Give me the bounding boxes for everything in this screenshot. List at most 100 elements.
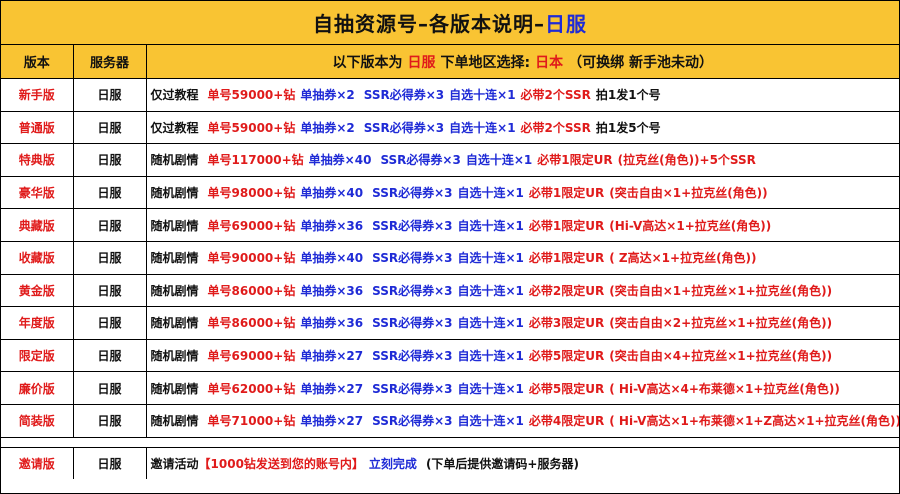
description-cell: 仅过教程 单号59000+钻 单抽券×2 SSR必得券×3 自选十连×1 必带2个SSR 拍… <box>145 110 899 145</box>
ten-pull-text: 自选十连×1 <box>457 316 524 331</box>
extra-text: (突击自由×4+拉克丝×1+拉克丝(角色)) <box>609 349 833 364</box>
description-cell: 随机剧情 单号71000+钻 单抽券×27 SSR必得券×3 自选十连×1 必带4限定UR… <box>145 403 899 438</box>
table-row: 收藏版 日服 随机剧情 单号90000+钻 单抽券×40 SSR必得券×3 自选十连×1 必带… <box>1 240 899 275</box>
story-text: 随机剧情 <box>150 186 199 201</box>
ssr-ticket-text: SSR必得券×3 <box>372 316 453 331</box>
ten-pull-text: 自选十连×1 <box>457 218 524 233</box>
extra-text: 拍1发1个号 <box>595 88 661 103</box>
table-row: 豪华版 日服 随机剧情 单号98000+钻 单抽券×40 SSR必得券×3 自选十连×1 必带… <box>1 175 899 210</box>
guarantee-text: 必带4限定UR <box>528 414 605 429</box>
ssr-ticket-text: SSR必得券×3 <box>372 283 453 298</box>
table-spacer-row <box>1 436 899 448</box>
diamonds-text: 单号86000+钻 <box>207 316 296 331</box>
diamonds-text: 单号69000+钻 <box>207 349 296 364</box>
extra-text: ( Z高达×1+拉克丝(角色)) <box>609 251 757 266</box>
header-region: 日本 <box>535 54 564 71</box>
story-text: 随机剧情 <box>150 381 199 396</box>
guarantee-text: 必带2个SSR <box>520 120 591 135</box>
story-text: 随机剧情 <box>150 283 199 298</box>
description-cell: 随机剧情 单号86000+钻 单抽券×36 SSR必得券×3 自选十连×1 必带3限定UR… <box>145 306 899 340</box>
title-main: 自抽资源号–各版本说明– <box>313 12 545 36</box>
table-row: 典藏版 日服 随机剧情 单号69000+钻 单抽券×36 SSR必得券×3 自选十连×1 必带… <box>1 208 899 242</box>
ssr-ticket-text: SSR必得券×3 <box>363 88 445 103</box>
server-cell: 日服 <box>72 446 147 479</box>
single-draw-text: 单抽券×2 <box>300 88 355 103</box>
extra-text: (突击自由×1+拉克丝(角色)) <box>609 186 768 201</box>
version-cell: 典藏版 <box>1 208 74 242</box>
version-cell: 限定版 <box>1 338 74 373</box>
table-row: 新手版 日服 仅过教程 单号59000+钻 单抽券×2 SSR必得券×3 自选十连×1 必带2… <box>1 78 899 112</box>
page-title: 自抽资源号–各版本说明– 日服 <box>1 1 899 45</box>
version-cell: 收藏版 <box>1 240 74 275</box>
invite-label: 邀请活动 <box>150 456 199 471</box>
single-draw-text: 单抽券×27 <box>300 349 364 364</box>
version-cell: 普通版 <box>1 110 74 145</box>
title-server: 日服 <box>545 12 587 36</box>
table-row: 廉价版 日服 随机剧情 单号62000+钻 单抽券×27 SSR必得券×3 自选十连×1 必带… <box>1 371 899 405</box>
ten-pull-text: 自选十连×1 <box>449 88 516 103</box>
ten-pull-text: 自选十连×1 <box>457 349 524 364</box>
ssr-ticket-text: SSR必得券×3 <box>372 381 453 396</box>
ssr-ticket-text: SSR必得券×3 <box>372 186 453 201</box>
extra-text: (突击自由×1+拉克丝×1+拉克丝(角色)) <box>609 283 833 298</box>
diamonds-text: 单号62000+钻 <box>207 381 296 396</box>
extra-text: (Hi-V高达×1+拉克丝(角色)) <box>609 218 772 233</box>
diamonds-text: 单号117000+钻 <box>207 153 304 168</box>
story-text: 随机剧情 <box>150 414 199 429</box>
extra-text: 拍1发5个号 <box>595 120 661 135</box>
description-cell: 随机剧情 单号117000+钻 单抽券×40 SSR必得券×3 自选十连×1 必带1限定U… <box>145 143 899 177</box>
ten-pull-text: 自选十连×1 <box>449 120 516 135</box>
column-header-description: 以下版本为 日服 下单地区选择: 日本 （可换绑 新手池未动） <box>145 45 899 79</box>
story-text: 随机剧情 <box>150 218 199 233</box>
single-draw-text: 单抽券×36 <box>300 218 364 233</box>
invite-note: (下单后提供邀请码+服务器) <box>425 456 579 471</box>
server-cell: 日服 <box>72 403 147 438</box>
single-draw-text: 单抽券×2 <box>300 120 355 135</box>
story-text: 仅过教程 <box>150 88 199 103</box>
table-row: 特典版 日服 随机剧情 单号117000+钻 单抽券×40 SSR必得券×3 自选十连×1 必… <box>1 143 899 177</box>
server-cell: 日服 <box>72 208 147 242</box>
version-cell: 简装版 <box>1 403 74 438</box>
guarantee-text: 必带5限定UR <box>528 349 605 364</box>
header-server: 日服 <box>407 54 436 71</box>
diamonds-text: 单号71000+钻 <box>207 414 296 429</box>
table-row: 黄金版 日服 随机剧情 单号86000+钻 单抽券×36 SSR必得券×3 自选十连×1 必带… <box>1 273 899 308</box>
table-row: 普通版 日服 仅过教程 单号59000+钻 单抽券×2 SSR必得券×3 自选十连×1 必带2… <box>1 110 899 145</box>
table-row: 年度版 日服 随机剧情 单号86000+钻 单抽券×36 SSR必得券×3 自选十连×1 必带… <box>1 306 899 340</box>
server-cell: 日服 <box>72 273 147 308</box>
description-cell: 邀请活动【1000钻发送到您的账号内】 立刻完成 (下单后提供邀请码+服务器) <box>145 446 899 479</box>
extra-text: ( Hi-V高达×4+布莱德×1+拉克丝(角色)) <box>609 381 840 396</box>
single-draw-text: 单抽券×27 <box>300 381 364 396</box>
description-cell: 随机剧情 单号69000+钻 单抽券×27 SSR必得券×3 自选十连×1 必带5限定UR… <box>145 338 899 373</box>
server-cell: 日服 <box>72 240 147 275</box>
ten-pull-text: 自选十连×1 <box>457 251 524 266</box>
ten-pull-text: 自选十连×1 <box>465 153 533 168</box>
ten-pull-text: 自选十连×1 <box>457 381 524 396</box>
server-cell: 日服 <box>72 175 147 210</box>
story-text: 随机剧情 <box>150 349 199 364</box>
single-draw-text: 单抽券×40 <box>300 186 364 201</box>
version-cell: 特典版 <box>1 143 74 177</box>
version-cell: 新手版 <box>1 78 74 112</box>
ten-pull-text: 自选十连×1 <box>457 283 524 298</box>
ssr-ticket-text: SSR必得券×3 <box>372 251 453 266</box>
guarantee-text: 必带5限定UR <box>528 381 605 396</box>
server-cell: 日服 <box>72 371 147 405</box>
version-cell: 廉价版 <box>1 371 74 405</box>
ssr-ticket-text: SSR必得券×3 <box>363 120 445 135</box>
guarantee-text: 必带1限定UR <box>528 218 605 233</box>
ssr-ticket-text: SSR必得券×3 <box>380 153 461 168</box>
description-cell: 随机剧情 单号69000+钻 单抽券×36 SSR必得券×3 自选十连×1 必带1限定UR… <box>145 208 899 242</box>
description-cell: 随机剧情 单号90000+钻 单抽券×40 SSR必得券×3 自选十连×1 必带1限定UR… <box>145 240 899 275</box>
diamonds-text: 单号59000+钻 <box>207 88 296 103</box>
header-region-label: 下单地区选择: <box>440 54 531 71</box>
guarantee-text: 必带2个SSR <box>520 88 591 103</box>
ten-pull-text: 自选十连×1 <box>457 414 524 429</box>
single-draw-text: 单抽券×40 <box>308 153 372 168</box>
description-cell: 仅过教程 单号59000+钻 单抽券×2 SSR必得券×3 自选十连×1 必带2个SSR 拍… <box>145 78 899 112</box>
table-body: 新手版 日服 仅过教程 单号59000+钻 单抽券×2 SSR必得券×3 自选十连×1 必带2… <box>1 78 899 438</box>
version-sheet: 自抽资源号–各版本说明– 日服 版本 服务器 以下版本为 日服 下单地区选择: 日本 （可… <box>0 0 900 494</box>
story-text: 仅过教程 <box>150 120 199 135</box>
guarantee-text: 必带1限定UR <box>528 186 605 201</box>
server-cell: 日服 <box>72 306 147 340</box>
